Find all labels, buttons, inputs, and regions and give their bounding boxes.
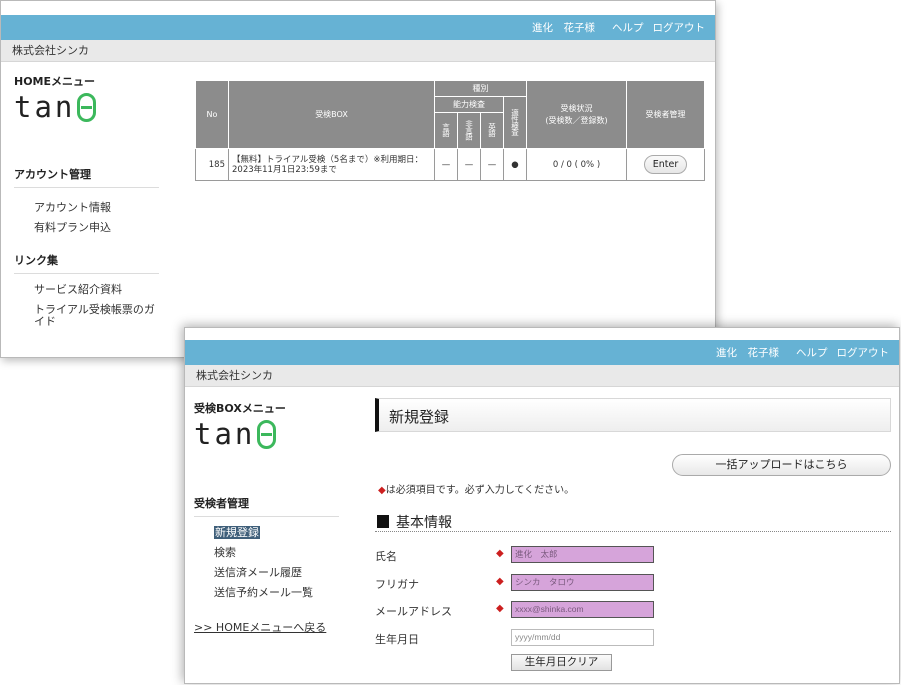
row-no: 185	[195, 148, 229, 181]
home-window: 進化 花子様 ヘルプ ログアウト 株式会社シンカ HOMEメニュー tan アカ…	[0, 0, 716, 358]
exam-box-table: No 受検BOX 種別 受検状況 (受検数／登録数) 受検者管理 能力検査 適性…	[195, 80, 705, 181]
row-english: —	[480, 148, 504, 181]
company-bar: 株式会社シンカ	[185, 365, 899, 387]
table-row: 185 【無料】トライアル受検（5名まで）※利用期日：2023年11月1日23:…	[195, 148, 705, 181]
page-title-box: 新規登録	[375, 398, 891, 432]
email-label: メールアドレス	[375, 605, 452, 618]
row-aptitude: ●	[503, 148, 527, 181]
name-label: 氏名	[375, 550, 397, 563]
col-category: 種別	[434, 80, 527, 97]
theta-logo-mark	[257, 420, 277, 449]
furigana-field[interactable]: シンカ タロウ	[511, 574, 654, 591]
birthday-field[interactable]: yyyy/mm/dd	[511, 629, 654, 646]
logout-link[interactable]: ログアウト	[653, 20, 706, 35]
section-heading: 基本情報	[375, 510, 891, 532]
tan-logo: tan	[14, 93, 159, 122]
col-japanese: 言語	[434, 112, 458, 149]
top-bar: 進化 花子様 ヘルプ ログアウト	[185, 340, 899, 365]
sidebar-item-trial-guide[interactable]: トライアル受検帳票のガイド	[14, 300, 159, 328]
email-row: メールアドレス ◆ xxxx@shinka.com	[375, 601, 675, 619]
row-japanese: —	[434, 148, 458, 181]
help-link[interactable]: ヘルプ	[612, 20, 644, 35]
required-mark-icon: ◆	[496, 603, 504, 614]
sidebar: 受検BOXメニュー tan 受検者管理 新規登録 検索 送信済メール履歴 送信予…	[194, 400, 339, 635]
email-field[interactable]: xxxx@shinka.com	[511, 601, 654, 618]
help-link[interactable]: ヘルプ	[796, 345, 828, 360]
birthday-label: 生年月日	[375, 633, 419, 646]
col-status: 受検状況 (受検数／登録数)	[526, 80, 627, 149]
account-section-title: アカウント管理	[14, 166, 159, 188]
sidebar-item-search[interactable]: 検索	[194, 543, 339, 563]
back-to-home-link[interactable]: >> HOMEメニューへ戻る	[194, 621, 326, 634]
col-no: No	[195, 80, 229, 149]
top-bar: 進化 花子様 ヘルプ ログアウト	[1, 15, 715, 40]
theta-logo-mark	[77, 93, 97, 122]
birthday-row: 生年月日 yyyy/mm/dd	[375, 629, 675, 647]
col-aptitude: 適性検査	[503, 96, 527, 149]
col-box: 受検BOX	[228, 80, 435, 149]
row-box-name: 【無料】トライアル受検（5名まで）※利用期日：2023年11月1日23:59まで	[228, 148, 435, 181]
sidebar-item-service-docs[interactable]: サービス紹介資料	[14, 280, 159, 300]
page-title: 新規登録	[389, 408, 450, 426]
manage-section-title: 受検者管理	[194, 495, 339, 517]
registration-window: 進化 花子様 ヘルプ ログアウト 株式会社シンカ 受検BOXメニュー tan 受…	[184, 327, 900, 684]
sidebar-item-paid-plan[interactable]: 有料プラン申込	[14, 218, 159, 238]
col-ability: 能力検査	[434, 96, 504, 113]
row-nonverbal: —	[457, 148, 481, 181]
required-mark-icon: ◆	[496, 576, 504, 587]
col-english: 英語	[480, 112, 504, 149]
user-name: 進化 花子様	[716, 347, 779, 359]
links-section-title: リンク集	[14, 252, 159, 274]
row-manage: Enter	[626, 148, 705, 181]
name-field[interactable]: 進化 太郎	[511, 546, 654, 563]
furigana-row: フリガナ ◆ シンカ タロウ	[375, 574, 675, 592]
col-nonverbal: 非言語	[457, 112, 481, 149]
logout-link[interactable]: ログアウト	[837, 345, 890, 360]
required-note: ◆は必須項目です。必ず入力してください。	[378, 485, 575, 496]
furigana-label: フリガナ	[375, 578, 419, 591]
clear-birthday-button[interactable]: 生年月日クリア	[511, 654, 612, 671]
col-manage: 受検者管理	[626, 80, 705, 149]
bulk-upload-button[interactable]: 一括アップロードはこちら	[672, 454, 891, 476]
tan-logo: tan	[194, 420, 339, 449]
section-marker-icon	[377, 515, 389, 528]
sidebar: HOMEメニュー tan アカウント管理 アカウント情報 有料プラン申込 リンク…	[14, 73, 159, 328]
required-mark-icon: ◆	[378, 485, 386, 496]
sidebar-item-new-registration[interactable]: 新規登録	[194, 523, 339, 543]
company-bar: 株式会社シンカ	[1, 40, 715, 62]
sidebar-item-account-info[interactable]: アカウント情報	[14, 198, 159, 218]
section-title: 基本情報	[396, 515, 452, 531]
menu-title: HOMEメニュー	[14, 75, 96, 88]
name-row: 氏名 ◆ 進化 太郎	[375, 546, 675, 564]
sidebar-item-sent-mail-history[interactable]: 送信済メール履歴	[194, 563, 339, 583]
menu-title: 受検BOXメニュー	[194, 402, 286, 415]
company-name: 株式会社シンカ	[196, 369, 273, 382]
enter-button[interactable]: Enter	[643, 155, 688, 174]
required-mark-icon: ◆	[496, 548, 504, 559]
user-name: 進化 花子様	[532, 22, 595, 34]
company-name: 株式会社シンカ	[12, 44, 89, 57]
row-status: 0 / 0 ( 0% )	[526, 148, 627, 181]
sidebar-item-scheduled-mail[interactable]: 送信予約メール一覧	[194, 583, 339, 603]
